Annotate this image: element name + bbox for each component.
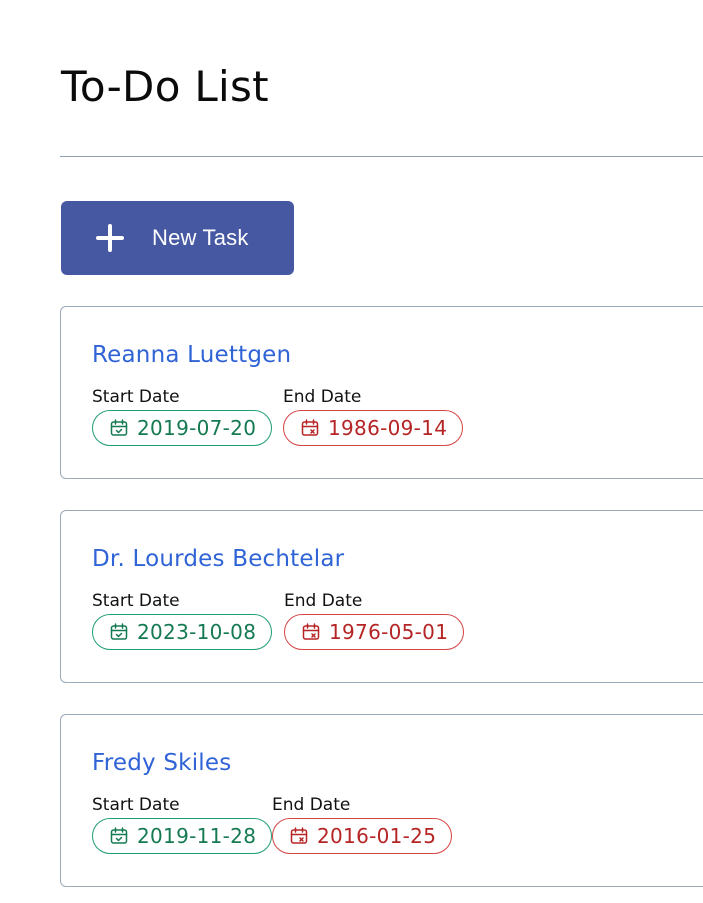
start-date-value: 2019-07-20 bbox=[137, 416, 257, 440]
plus-icon bbox=[94, 222, 126, 254]
end-date-label: End Date bbox=[272, 795, 351, 815]
end-date-value: 2016-01-25 bbox=[317, 824, 437, 848]
start-date-value: 2019-11-28 bbox=[137, 824, 257, 848]
task-title[interactable]: Reanna Luettgen bbox=[92, 340, 291, 370]
end-date-value: 1986-09-14 bbox=[328, 416, 448, 440]
task-card[interactable]: Dr. Lourdes Bechtelar Start Date 2023-10… bbox=[60, 510, 703, 683]
end-date-group: End Date 1976-05-01 bbox=[284, 591, 465, 650]
start-date-label: Start Date bbox=[92, 795, 180, 815]
title-divider bbox=[60, 156, 703, 157]
task-title[interactable]: Fredy Skiles bbox=[92, 748, 231, 778]
task-card[interactable]: Fredy Skiles Start Date 2019-11-28 End D… bbox=[60, 714, 703, 887]
start-date-label: Start Date bbox=[92, 387, 180, 407]
calendar-check-icon bbox=[110, 623, 128, 640]
end-date-badge: 1976-05-01 bbox=[284, 614, 465, 650]
page-title: To-Do List bbox=[61, 62, 269, 111]
calendar-check-icon bbox=[110, 419, 128, 436]
start-date-value: 2023-10-08 bbox=[137, 620, 257, 644]
task-card[interactable]: Reanna Luettgen Start Date 2019-07-20 En… bbox=[60, 306, 703, 479]
end-date-group: End Date 2016-01-25 bbox=[272, 795, 453, 854]
calendar-x-icon bbox=[302, 623, 320, 640]
task-title[interactable]: Dr. Lourdes Bechtelar bbox=[92, 544, 344, 574]
end-date-value: 1976-05-01 bbox=[329, 620, 449, 644]
start-date-group: Start Date 2019-11-28 bbox=[92, 795, 273, 854]
end-date-badge: 1986-09-14 bbox=[283, 410, 464, 446]
start-date-group: Start Date 2023-10-08 bbox=[92, 591, 273, 650]
new-task-label: New Task bbox=[152, 225, 249, 250]
end-date-label: End Date bbox=[283, 387, 362, 407]
start-date-badge: 2019-07-20 bbox=[92, 410, 273, 446]
new-task-button[interactable]: New Task bbox=[61, 201, 294, 275]
end-date-label: End Date bbox=[284, 591, 363, 611]
end-date-group: End Date 1986-09-14 bbox=[283, 387, 464, 446]
start-date-badge: 2019-11-28 bbox=[92, 818, 273, 854]
end-date-badge: 2016-01-25 bbox=[272, 818, 453, 854]
calendar-x-icon bbox=[301, 419, 319, 436]
start-date-group: Start Date 2019-07-20 bbox=[92, 387, 273, 446]
calendar-x-icon bbox=[290, 827, 308, 844]
start-date-label: Start Date bbox=[92, 591, 180, 611]
calendar-check-icon bbox=[110, 827, 128, 844]
start-date-badge: 2023-10-08 bbox=[92, 614, 273, 650]
